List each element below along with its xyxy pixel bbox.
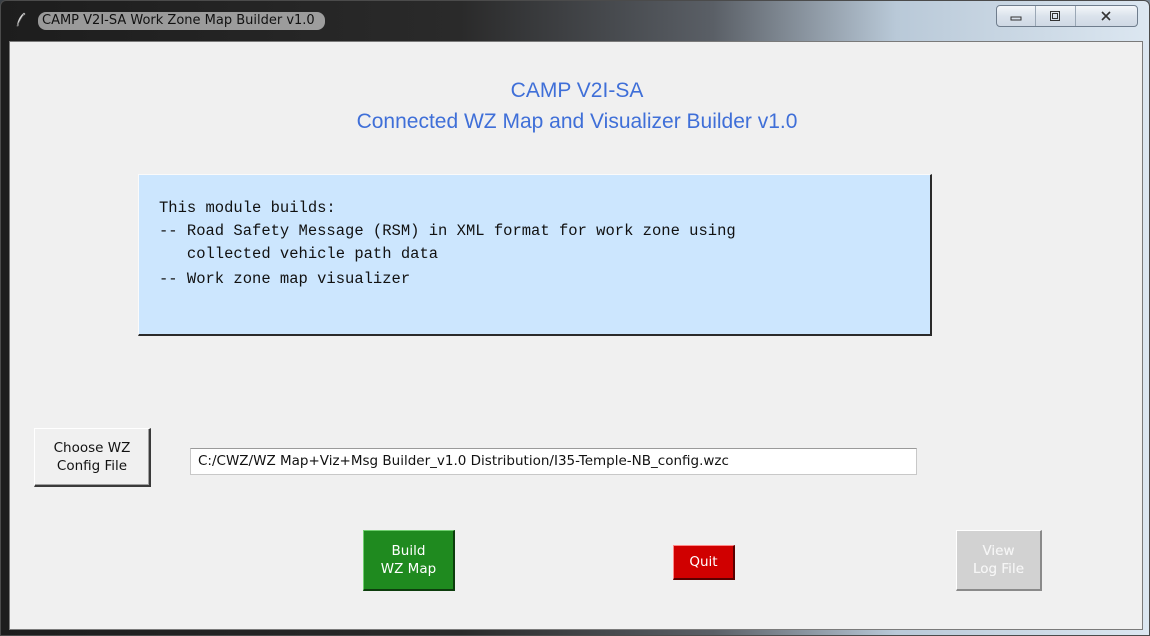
choose-config-button[interactable]: Choose WZ Config File bbox=[34, 428, 151, 487]
maximize-button[interactable] bbox=[1036, 6, 1076, 26]
quit-button[interactable]: Quit bbox=[673, 545, 735, 580]
build-label-line2: WZ Map bbox=[380, 561, 437, 577]
close-button[interactable] bbox=[1076, 6, 1137, 26]
minimize-icon bbox=[1009, 10, 1023, 22]
app-heading: CAMP V2I-SA bbox=[510, 79, 644, 102]
maximize-icon bbox=[1048, 10, 1062, 22]
title-bar[interactable]: CAMP V2I-SA Work Zone Map Builder v1.0 bbox=[1, 1, 1150, 41]
feather-icon bbox=[13, 12, 29, 28]
choose-config-label-line1: Choose WZ bbox=[53, 440, 131, 456]
description-line: -- Work zone map visualizer bbox=[159, 270, 411, 288]
description-line: collected vehicle path data bbox=[159, 245, 439, 263]
description-line: This module builds: bbox=[159, 199, 336, 217]
choose-config-label-line2: Config File bbox=[56, 458, 128, 474]
log-label-line2: Log File bbox=[973, 561, 1024, 577]
app-subheading: Connected WZ Map and Visualizer Builder … bbox=[356, 110, 798, 133]
description-line: -- Road Safety Message (RSM) in XML form… bbox=[159, 222, 736, 240]
log-label-line1: View bbox=[982, 543, 1015, 559]
minimize-button[interactable] bbox=[997, 6, 1037, 26]
window-title: CAMP V2I-SA Work Zone Map Builder v1.0 bbox=[38, 12, 325, 30]
main-panel: CAMP V2I-SA Connected WZ Map and Visuali… bbox=[9, 41, 1143, 630]
build-wz-map-button[interactable]: Build WZ Map bbox=[363, 530, 455, 591]
quit-label: Quit bbox=[689, 554, 718, 570]
close-icon bbox=[1099, 10, 1113, 22]
build-label-line1: Build bbox=[391, 543, 426, 559]
module-description: This module builds: -- Road Safety Messa… bbox=[138, 174, 932, 336]
config-path-field[interactable]: C:/CWZ/WZ Map+Viz+Msg Builder_v1.0 Distr… bbox=[190, 448, 917, 475]
view-log-file-button[interactable]: View Log File bbox=[956, 530, 1042, 591]
app-window: CAMP V2I-SA Work Zone Map Builder v1.0 C… bbox=[0, 0, 1150, 636]
window-controls bbox=[996, 5, 1138, 27]
